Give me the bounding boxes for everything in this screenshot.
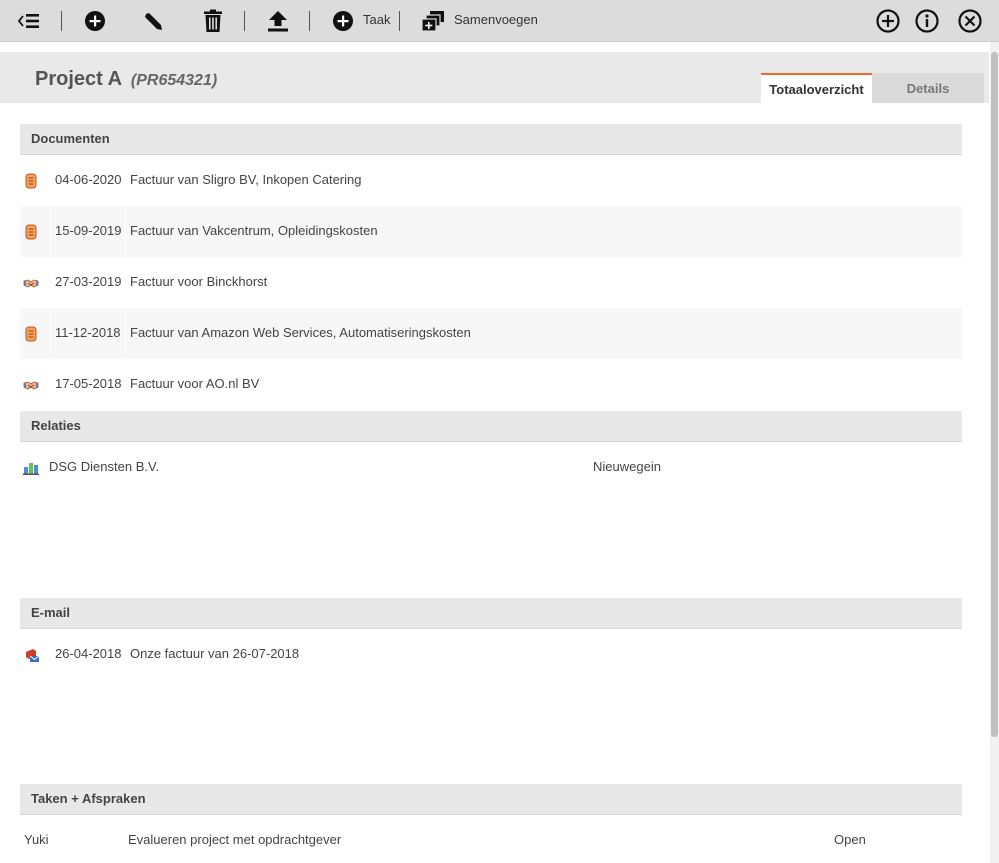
- column-divider: [50, 206, 51, 257]
- merge-label: Samenvoegen: [454, 11, 538, 27]
- document-date: 04-06-2020: [55, 172, 122, 187]
- merge-button[interactable]: Samenvoegen: [421, 0, 538, 42]
- document-title: Factuur voor Binckhorst: [130, 274, 268, 289]
- handshake-icon: [23, 279, 39, 288]
- document-date: 27-03-2019: [55, 274, 122, 289]
- company-icon: [23, 463, 39, 475]
- relation-row[interactable]: DSG Diensten B.V. Nieuwegein: [20, 458, 962, 480]
- task-status: Open: [834, 832, 866, 847]
- email-row[interactable]: 26-04-2018 Onze factuur van 26-07-2018: [20, 645, 962, 667]
- add-button[interactable]: [84, 0, 106, 42]
- info-button[interactable]: [915, 0, 939, 42]
- page-title: Project A (PR654321): [35, 68, 217, 91]
- document-row[interactable]: 15-09-2019 Factuur van Vakcentrum, Oplei…: [20, 206, 962, 257]
- toolbar: Taak Samenvoegen: [0, 0, 999, 42]
- handshake-icon: [23, 381, 39, 390]
- edit-button[interactable]: [143, 0, 163, 42]
- task-row[interactable]: Yuki Evalueren project met opdrachtgever…: [20, 831, 962, 853]
- toolbar-separator: [399, 11, 400, 31]
- section-relaties-header: Relaties: [20, 411, 962, 442]
- upload-button[interactable]: [267, 0, 289, 42]
- email-subject: Onze factuur van 26-07-2018: [130, 646, 300, 661]
- plus-circle-icon: [333, 11, 353, 31]
- pencil-icon: [145, 13, 162, 30]
- trash-icon: [204, 9, 222, 32]
- receipt-icon: [25, 326, 37, 342]
- project-title: Project A: [35, 68, 122, 90]
- info-icon: [915, 9, 939, 33]
- add-task-label: Taak: [363, 11, 391, 27]
- email-date: 26-04-2018: [55, 646, 122, 661]
- document-date: 17-05-2018: [55, 376, 122, 391]
- section-email-header: E-mail: [20, 598, 962, 629]
- column-divider: [125, 308, 126, 359]
- document-title: Factuur van Vakcentrum, Opleidingskosten: [130, 223, 378, 238]
- document-title: Factuur voor AO.nl BV: [130, 376, 260, 391]
- project-code: (PR654321): [130, 72, 218, 89]
- section-documenten-header: Documenten: [20, 124, 962, 155]
- document-row[interactable]: 04-06-2020 Factuur van Sligro BV, Inkope…: [20, 155, 962, 206]
- new-button[interactable]: [876, 0, 900, 42]
- scrollbar-thumb[interactable]: [991, 52, 998, 737]
- column-divider: [50, 308, 51, 359]
- tab-totaaloverzicht[interactable]: Totaaloverzicht: [761, 73, 872, 103]
- collapse-menu-icon: [18, 14, 39, 28]
- document-row[interactable]: 17-05-2018 Factuur voor AO.nl BV: [20, 359, 962, 410]
- document-row[interactable]: 27-03-2019 Factuur voor Binckhorst: [20, 257, 962, 308]
- add-task-button[interactable]: Taak: [332, 0, 390, 42]
- toolbar-separator: [61, 11, 62, 31]
- document-date: 15-09-2019: [55, 223, 122, 238]
- relation-city: Nieuwegein: [593, 459, 661, 474]
- relation-name: DSG Diensten B.V.: [49, 459, 160, 474]
- task-assignee: Yuki: [24, 832, 49, 847]
- toolbar-separator: [309, 11, 310, 31]
- plus-circle-outline-icon: [876, 9, 900, 33]
- toolbar-separator: [244, 11, 245, 31]
- document-title: Factuur van Amazon Web Services, Automat…: [130, 325, 471, 340]
- plus-circle-icon: [85, 11, 105, 31]
- tab-details[interactable]: Details: [872, 73, 984, 103]
- collapse-menu-button[interactable]: [18, 0, 40, 42]
- mail-icon: [26, 649, 40, 662]
- section-taken-header: Taken + Afspraken: [20, 784, 962, 815]
- close-button[interactable]: [958, 0, 982, 42]
- task-description: Evalueren project met opdrachtgever: [128, 832, 342, 847]
- delete-button[interactable]: [203, 0, 223, 42]
- close-circle-icon: [958, 9, 982, 33]
- receipt-icon: [25, 173, 37, 189]
- document-row[interactable]: 11-12-2018 Factuur van Amazon Web Servic…: [20, 308, 962, 359]
- document-date: 11-12-2018: [55, 325, 121, 340]
- receipt-icon: [25, 224, 37, 240]
- column-divider: [125, 206, 126, 257]
- document-title: Factuur van Sligro BV, Inkopen Catering: [130, 172, 362, 187]
- upload-icon: [268, 11, 288, 32]
- merge-documents-icon: [421, 11, 444, 32]
